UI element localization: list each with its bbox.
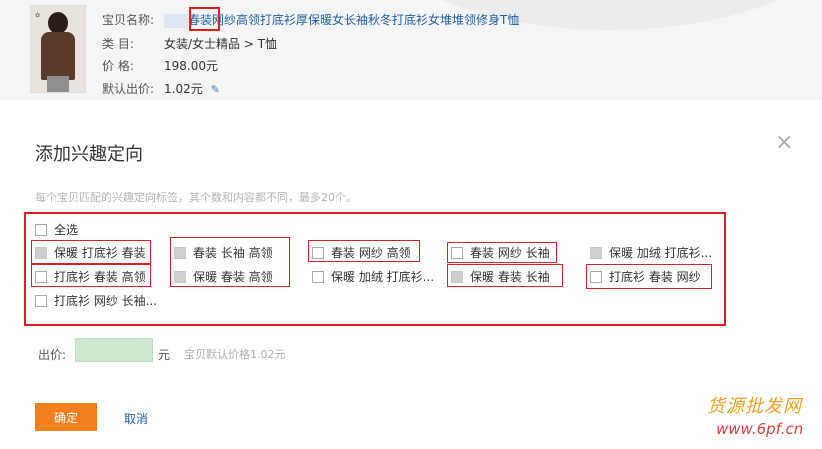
- tag-option[interactable]: 打底衫 春装 高领: [35, 268, 146, 285]
- checkbox-icon[interactable]: [174, 246, 186, 259]
- default-bid-value: 1.02元: [164, 82, 203, 96]
- tag-label: 保暖 春装 高领: [193, 270, 273, 284]
- title-prefix-placeholder: [164, 13, 188, 28]
- tag-option[interactable]: 保暖 春装 长袖: [451, 268, 550, 285]
- tag-label: 打底衫 春装 高领: [54, 270, 146, 284]
- product-thumbnail: ✿: [30, 5, 86, 93]
- tag-option[interactable]: 春装 网纱 高领: [312, 244, 411, 261]
- tag-label: 打底衫 春装 网纱: [609, 270, 701, 284]
- checkbox-icon[interactable]: [35, 270, 47, 283]
- watermark-url: www.6pf.cn: [716, 420, 804, 438]
- close-icon[interactable]: ×: [775, 130, 793, 155]
- default-bid-label: 默认出价:: [102, 82, 155, 96]
- tag-label: 春装 网纱 长袖: [470, 246, 550, 260]
- checkbox-icon[interactable]: [35, 223, 47, 236]
- tag-option[interactable]: 打底衫 网纱 长袖...: [35, 292, 157, 309]
- product-category-value: 女装/女士精品 > T恤: [164, 37, 278, 51]
- bid-unit: 元: [158, 348, 171, 362]
- tag-option[interactable]: 春装 网纱 长袖: [451, 244, 550, 261]
- checkbox-icon[interactable]: [312, 270, 324, 283]
- bid-default-hint: 宝贝默认价格1.02元: [184, 348, 286, 361]
- watermark-title: 货源批发网: [707, 396, 802, 417]
- tag-label: 保暖 加绒 打底衫...: [331, 270, 435, 284]
- product-category-label: 类 目:: [102, 37, 134, 51]
- bid-label: 出价:: [38, 348, 67, 362]
- model-sweater: [41, 32, 75, 80]
- checkbox-icon[interactable]: [451, 246, 463, 259]
- product-category-row: 类 目: 女装/女士精品 > T恤: [102, 35, 277, 52]
- tag-label: 保暖 加绒 打底衫...: [609, 246, 713, 260]
- dialog-hint: 每个宝贝匹配的兴趣定向标签，其个数和内容都不同，最多20个。: [35, 191, 357, 204]
- tag-label: 打底衫 网纱 长袖...: [54, 294, 158, 308]
- product-title-link[interactable]: 网纱高领打底衫厚保暖女长袖秋冬打底衫女堆堆领修身T恤: [212, 13, 519, 27]
- dialog-title: 添加兴趣定向: [35, 144, 143, 165]
- cancel-link[interactable]: 取消: [124, 410, 148, 427]
- product-title-label: 宝贝名称:: [102, 13, 155, 27]
- tag-label: 保暖 打底衫 春装: [54, 246, 146, 260]
- product-price-row: 价 格: 198.00元: [102, 57, 218, 74]
- tag-label: 春装 长袖 高领: [193, 246, 273, 260]
- checkbox-icon[interactable]: [35, 294, 47, 307]
- tag-option[interactable]: 保暖 加绒 打底衫...: [312, 268, 434, 285]
- tag-option[interactable]: 保暖 春装 高领: [174, 268, 273, 285]
- select-all-label: 全选: [54, 223, 79, 237]
- checkbox-icon[interactable]: [590, 270, 602, 283]
- product-default-bid-row: 默认出价: 1.02元 ✎: [102, 80, 221, 97]
- checkbox-icon[interactable]: [35, 246, 47, 259]
- tag-option[interactable]: 保暖 打底衫 春装: [35, 244, 146, 261]
- model-head: [48, 12, 68, 34]
- title-keyword-highlight-box: [189, 7, 220, 31]
- model-legs: [47, 76, 69, 92]
- checkbox-icon[interactable]: [174, 270, 186, 283]
- tag-option[interactable]: 春装 长袖 高领: [174, 244, 273, 261]
- select-all-checkbox[interactable]: 全选: [35, 221, 78, 238]
- checkbox-icon[interactable]: [312, 246, 324, 259]
- brand-logo-icon: ✿: [35, 12, 41, 19]
- edit-pencil-icon[interactable]: ✎: [211, 83, 221, 96]
- tag-option[interactable]: 保暖 加绒 打底衫...: [590, 244, 712, 261]
- checkbox-icon[interactable]: [590, 246, 602, 259]
- tag-option[interactable]: 打底衫 春装 网纱: [590, 268, 701, 285]
- checkbox-icon[interactable]: [451, 270, 463, 283]
- product-header: ✿ 宝贝名称: 春装网纱高领打底衫厚保暖女长袖秋冬打底衫女堆堆领修身T恤 类 目:…: [0, 0, 822, 100]
- bid-input[interactable]: [75, 338, 153, 362]
- tag-label: 春装 网纱 高领: [331, 246, 411, 260]
- product-price-value: 198.00元: [164, 59, 218, 73]
- tag-label: 保暖 春装 长袖: [470, 270, 550, 284]
- product-price-label: 价 格:: [102, 59, 134, 73]
- product-title-row: 宝贝名称: 春装网纱高领打底衫厚保暖女长袖秋冬打底衫女堆堆领修身T恤: [102, 11, 519, 28]
- confirm-button[interactable]: 确定: [35, 403, 97, 431]
